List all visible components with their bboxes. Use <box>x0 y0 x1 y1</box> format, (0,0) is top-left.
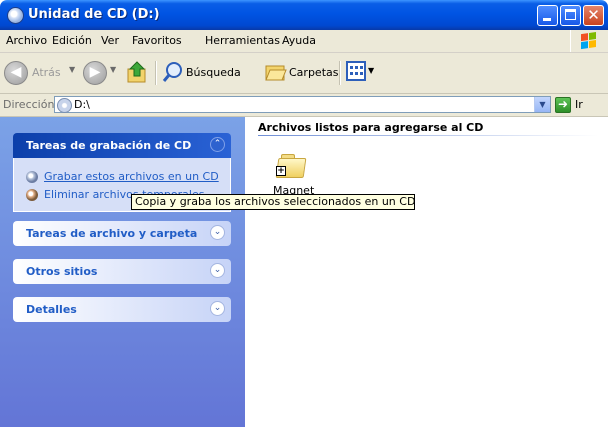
address-label: Dirección <box>3 98 55 111</box>
menu-favoritos[interactable]: Favoritos <box>132 34 182 47</box>
close-icon: ✕ <box>587 6 600 24</box>
details-title: Detalles <box>26 303 77 316</box>
menu-edicion[interactable]: Edición <box>52 34 92 47</box>
views-dropdown-icon: ▼ <box>368 66 375 75</box>
burn-cd-link[interactable]: Grabar estos archivos en un CD <box>44 170 219 183</box>
file-tasks-title: Tareas de archivo y carpeta <box>26 227 198 240</box>
file-tasks-box: Tareas de archivo y carpeta ⌄ <box>13 221 231 246</box>
search-label: Búsqueda <box>186 66 241 79</box>
cd-drive-icon <box>57 98 72 113</box>
back-arrow-icon: ◀ <box>10 64 22 80</box>
burn-cd-icon <box>26 171 38 183</box>
group-heading: Archivos listos para agregarse al CD <box>258 121 484 134</box>
back-button[interactable]: ◀ <box>4 61 28 85</box>
chevron-down-icon[interactable]: ⌄ <box>210 225 225 240</box>
file-tasks-header[interactable]: Tareas de archivo y carpeta ⌄ <box>13 221 231 246</box>
cd-drive-icon <box>7 7 24 24</box>
group-divider <box>258 135 598 136</box>
maximize-icon <box>565 9 576 20</box>
forward-arrow-icon: ▶ <box>89 64 101 80</box>
go-button[interactable]: ➜ <box>555 97 571 113</box>
menu-archivo[interactable]: Archivo <box>6 34 47 47</box>
folders-button[interactable]: Carpetas <box>263 59 343 85</box>
menu-ver[interactable]: Ver <box>101 34 119 47</box>
file-view[interactable]: Archivos listos para agregarse al CD + M… <box>245 117 608 427</box>
windows-flag-icon <box>581 32 597 50</box>
windows-logo <box>570 30 608 52</box>
toolbar-separator <box>339 61 341 85</box>
search-button[interactable]: Búsqueda <box>162 59 252 85</box>
window-title: Unidad de CD (D:) <box>28 7 160 22</box>
tooltip: Copia y graba los archivos seleccionados… <box>131 194 415 210</box>
forward-button[interactable]: ▶ <box>83 61 107 85</box>
cd-tasks-header[interactable]: Tareas de grabación de CD ⌃ <box>13 133 231 158</box>
minimize-button[interactable] <box>537 5 558 26</box>
cd-tasks-title: Tareas de grabación de CD <box>26 139 192 152</box>
other-places-box: Otros sitios ⌄ <box>13 259 231 284</box>
menu-bar: Archivo Edición Ver Favoritos Herramient… <box>0 30 608 53</box>
address-value: D:\ <box>74 98 90 111</box>
go-arrow-icon: ➜ <box>557 97 569 111</box>
up-folder-button[interactable] <box>126 60 148 84</box>
forward-dropdown-icon[interactable]: ▼ <box>110 65 116 74</box>
views-icon <box>346 61 366 81</box>
folders-label: Carpetas <box>289 66 339 79</box>
address-dropdown-button[interactable]: ▼ <box>534 97 550 112</box>
close-button[interactable]: ✕ <box>583 5 604 26</box>
address-bar: Dirección D:\ ▼ ➜ Ir <box>0 94 608 117</box>
delete-temp-icon <box>26 189 38 201</box>
up-folder-icon <box>127 61 146 83</box>
minimize-icon <box>543 18 551 21</box>
chevron-up-icon[interactable]: ⌃ <box>210 137 225 152</box>
folders-icon <box>265 65 287 81</box>
chevron-down-icon[interactable]: ⌄ <box>210 301 225 316</box>
title-bar[interactable]: Unidad de CD (D:) ✕ <box>0 0 608 30</box>
explorer-window: Unidad de CD (D:) ✕ Archivo Edición Ver … <box>0 0 608 427</box>
search-icon <box>162 62 182 82</box>
menu-herramientas[interactable]: Herramientas <box>205 34 280 47</box>
other-places-header[interactable]: Otros sitios ⌄ <box>13 259 231 284</box>
folder-icon: + <box>275 154 307 178</box>
go-label[interactable]: Ir <box>575 98 583 111</box>
pending-burn-icon: + <box>276 166 286 176</box>
views-button[interactable]: ▼ <box>346 61 378 85</box>
toolbar: ◀ Atrás ▼ ▶ ▼ Búsqueda Carpetas ▼ <box>0 53 608 94</box>
maximize-button[interactable] <box>560 5 581 26</box>
chevron-down-icon[interactable]: ⌄ <box>210 263 225 278</box>
back-label: Atrás <box>32 66 61 79</box>
details-box: Detalles ⌄ <box>13 297 231 322</box>
other-places-title: Otros sitios <box>26 265 98 278</box>
toolbar-separator <box>155 61 157 85</box>
details-header[interactable]: Detalles ⌄ <box>13 297 231 322</box>
address-field[interactable]: D:\ ▼ <box>54 96 551 113</box>
task-pane: Tareas de grabación de CD ⌃ Grabar estos… <box>0 117 245 427</box>
back-dropdown-icon[interactable]: ▼ <box>69 65 75 74</box>
menu-ayuda[interactable]: Ayuda <box>282 34 316 47</box>
